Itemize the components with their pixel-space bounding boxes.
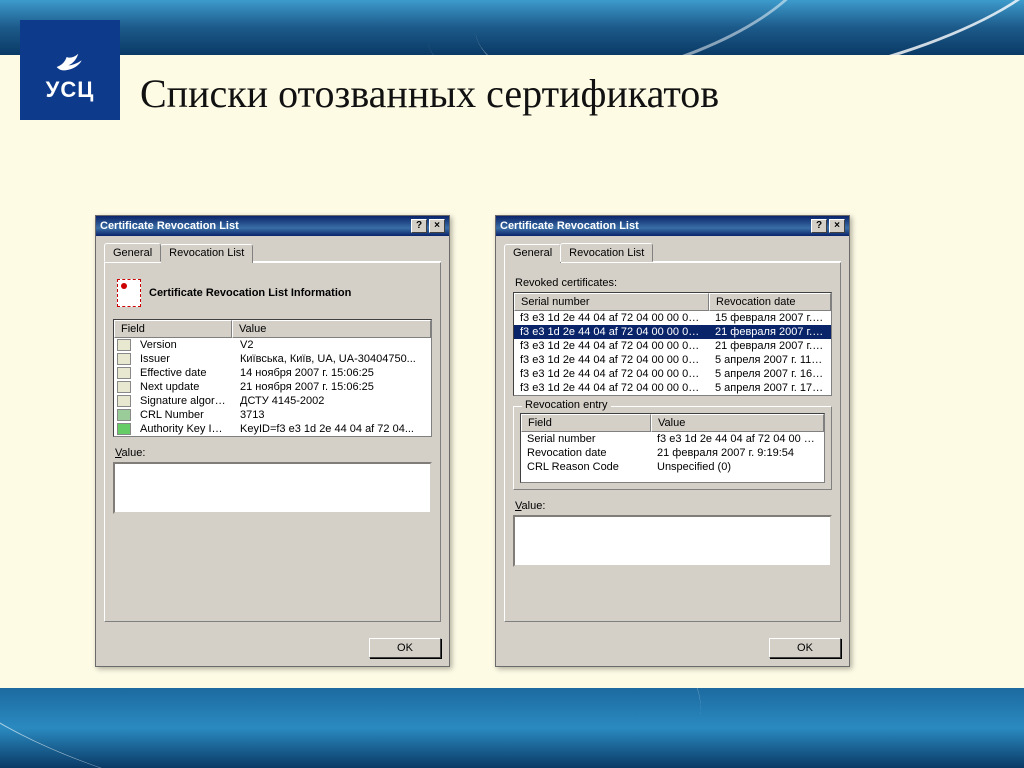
table-row[interactable]: f3 e3 1d 2e 44 04 af 72 04 00 00 00 ...5… (514, 353, 831, 367)
field-icon (117, 381, 131, 393)
cell-value: KeyID=f3 e3 1d 2e 44 04 af 72 04... (234, 422, 431, 436)
cell-date: 21 февраля 2007 г. 9:... (709, 325, 831, 339)
cell-date: 5 апреля 2007 г. 11:59... (709, 353, 831, 367)
cell-serial: f3 e3 1d 2e 44 04 af 72 04 00 00 00 ... (514, 381, 709, 395)
col-value[interactable]: Value (232, 320, 431, 338)
logo: УСЦ (20, 20, 120, 120)
titlebar[interactable]: Certificate Revocation List ? × (96, 216, 449, 236)
col-field[interactable]: Field (521, 414, 651, 432)
table-row[interactable]: f3 e3 1d 2e 44 04 af 72 04 00 00 00 ...1… (514, 311, 831, 325)
table-row[interactable]: VersionV2 (114, 338, 431, 352)
field-icon (117, 423, 131, 435)
cell-value: 14 ноября 2007 г. 15:06:25 (234, 366, 431, 380)
titlebar-text: Certificate Revocation List (500, 220, 809, 232)
ok-button[interactable]: OK (769, 638, 841, 658)
field-icon (117, 409, 131, 421)
cell-value: Unspecified (0) (651, 460, 824, 474)
crl-info-heading: Certificate Revocation List Information (117, 279, 428, 307)
table-row[interactable]: Authority Key Iden...KeyID=f3 e3 1d 2e 4… (114, 422, 431, 436)
slide-title: Списки отозванных сертификатов (140, 70, 719, 117)
titlebar-text: Certificate Revocation List (100, 220, 409, 232)
table-row[interactable]: Effective date14 ноября 2007 г. 15:06:25 (114, 366, 431, 380)
bird-icon (50, 37, 90, 77)
cell-value: f3 e3 1d 2e 44 04 af 72 04 00 00 00 ... (651, 432, 824, 446)
cell-field: CRL Number (134, 408, 234, 422)
bottom-banner (0, 688, 1024, 768)
tab-general[interactable]: General (104, 243, 161, 262)
cell-field: Serial number (521, 432, 651, 446)
field-icon (117, 395, 131, 407)
cell-date: 15 февраля 2007 г. 12... (709, 311, 831, 325)
cell-value: V2 (234, 338, 431, 352)
tab-strip: General Revocation List (104, 242, 441, 262)
close-button[interactable]: × (829, 219, 845, 233)
cell-field: CRL Reason Code (521, 460, 651, 474)
cell-serial: f3 e3 1d 2e 44 04 af 72 04 00 00 00 ... (514, 367, 709, 381)
table-row[interactable]: f3 e3 1d 2e 44 04 af 72 04 00 00 00 ...5… (514, 381, 831, 395)
cell-value: Київська, Київ, UA, UA-30404750... (234, 352, 431, 366)
cell-value: 3713 (234, 408, 431, 422)
cell-field: Version (134, 338, 234, 352)
table-row[interactable]: f3 e3 1d 2e 44 04 af 72 04 00 00 00 ...5… (514, 367, 831, 381)
general-fields-list[interactable]: Field Value VersionV2IssuerКиївська, Киї… (113, 319, 432, 437)
field-icon (117, 339, 131, 351)
tab-strip: General Revocation List (504, 242, 841, 262)
revoked-label: Revoked certificates: (515, 277, 832, 289)
top-banner (0, 0, 1024, 55)
titlebar[interactable]: Certificate Revocation List ? × (496, 216, 849, 236)
field-icon (117, 367, 131, 379)
table-row[interactable]: Serial numberf3 e3 1d 2e 44 04 af 72 04 … (521, 432, 824, 446)
table-row[interactable]: IssuerКиївська, Київ, UA, UA-30404750... (114, 352, 431, 366)
cell-serial: f3 e3 1d 2e 44 04 af 72 04 00 00 00 ... (514, 325, 709, 339)
cell-field: Effective date (134, 366, 234, 380)
crl-info-text: Certificate Revocation List Information (149, 287, 351, 299)
table-row[interactable]: f3 e3 1d 2e 44 04 af 72 04 00 00 00 ...2… (514, 325, 831, 339)
value-display[interactable] (113, 462, 432, 514)
cell-value: 21 февраля 2007 г. 9:19:54 (651, 446, 824, 460)
table-row[interactable]: f3 e3 1d 2e 44 04 af 72 04 00 00 00 ...2… (514, 339, 831, 353)
value-display[interactable] (513, 515, 832, 567)
tab-revocation-list[interactable]: Revocation List (560, 243, 653, 262)
certificate-list-icon (117, 279, 141, 307)
close-button[interactable]: × (429, 219, 445, 233)
cell-field: Issuer (134, 352, 234, 366)
table-row[interactable]: Next update21 ноября 2007 г. 15:06:25 (114, 380, 431, 394)
tab-general[interactable]: General (504, 244, 561, 263)
col-value[interactable]: Value (651, 414, 824, 432)
field-icon (117, 353, 131, 365)
cell-field: Authority Key Iden... (134, 422, 234, 436)
col-serial[interactable]: Serial number (514, 293, 709, 311)
cell-serial: f3 e3 1d 2e 44 04 af 72 04 00 00 00 ... (514, 311, 709, 325)
crl-dialog-general: Certificate Revocation List ? × General … (95, 215, 450, 667)
cell-field: Next update (134, 380, 234, 394)
table-row[interactable]: Revocation date21 февраля 2007 г. 9:19:5… (521, 446, 824, 460)
table-row[interactable]: CRL Number3713 (114, 408, 431, 422)
revoked-cert-list[interactable]: Serial number Revocation date f3 e3 1d 2… (513, 292, 832, 396)
table-row[interactable]: Signature algorithmДСТУ 4145-2002 (114, 394, 431, 408)
value-label: Value: (115, 447, 430, 459)
cell-serial: f3 e3 1d 2e 44 04 af 72 04 00 00 00 ... (514, 339, 709, 353)
cell-date: 21 февраля 2007 г. 9:... (709, 339, 831, 353)
crl-dialog-revocation: Certificate Revocation List ? × General … (495, 215, 850, 667)
table-row[interactable]: CRL Reason CodeUnspecified (0) (521, 460, 824, 474)
group-title: Revocation entry (522, 399, 611, 411)
help-button[interactable]: ? (811, 219, 827, 233)
value-label: Value: (515, 500, 830, 512)
cell-serial: f3 e3 1d 2e 44 04 af 72 04 00 00 00 ... (514, 353, 709, 367)
col-field[interactable]: Field (114, 320, 232, 338)
cell-field: Revocation date (521, 446, 651, 460)
cell-value: 21 ноября 2007 г. 15:06:25 (234, 380, 431, 394)
logo-text: УСЦ (46, 77, 95, 103)
revocation-entry-group: Revocation entry Field Value Serial numb… (513, 406, 832, 490)
tab-revocation-list[interactable]: Revocation List (160, 244, 253, 263)
ok-button[interactable]: OK (369, 638, 441, 658)
col-revocation-date[interactable]: Revocation date (709, 293, 831, 311)
cell-date: 5 апреля 2007 г. 17:09... (709, 381, 831, 395)
help-button[interactable]: ? (411, 219, 427, 233)
cell-date: 5 апреля 2007 г. 16:25... (709, 367, 831, 381)
cell-value: ДСТУ 4145-2002 (234, 394, 431, 408)
cell-field: Signature algorithm (134, 394, 234, 408)
entry-fields-list[interactable]: Field Value Serial numberf3 e3 1d 2e 44 … (520, 413, 825, 483)
